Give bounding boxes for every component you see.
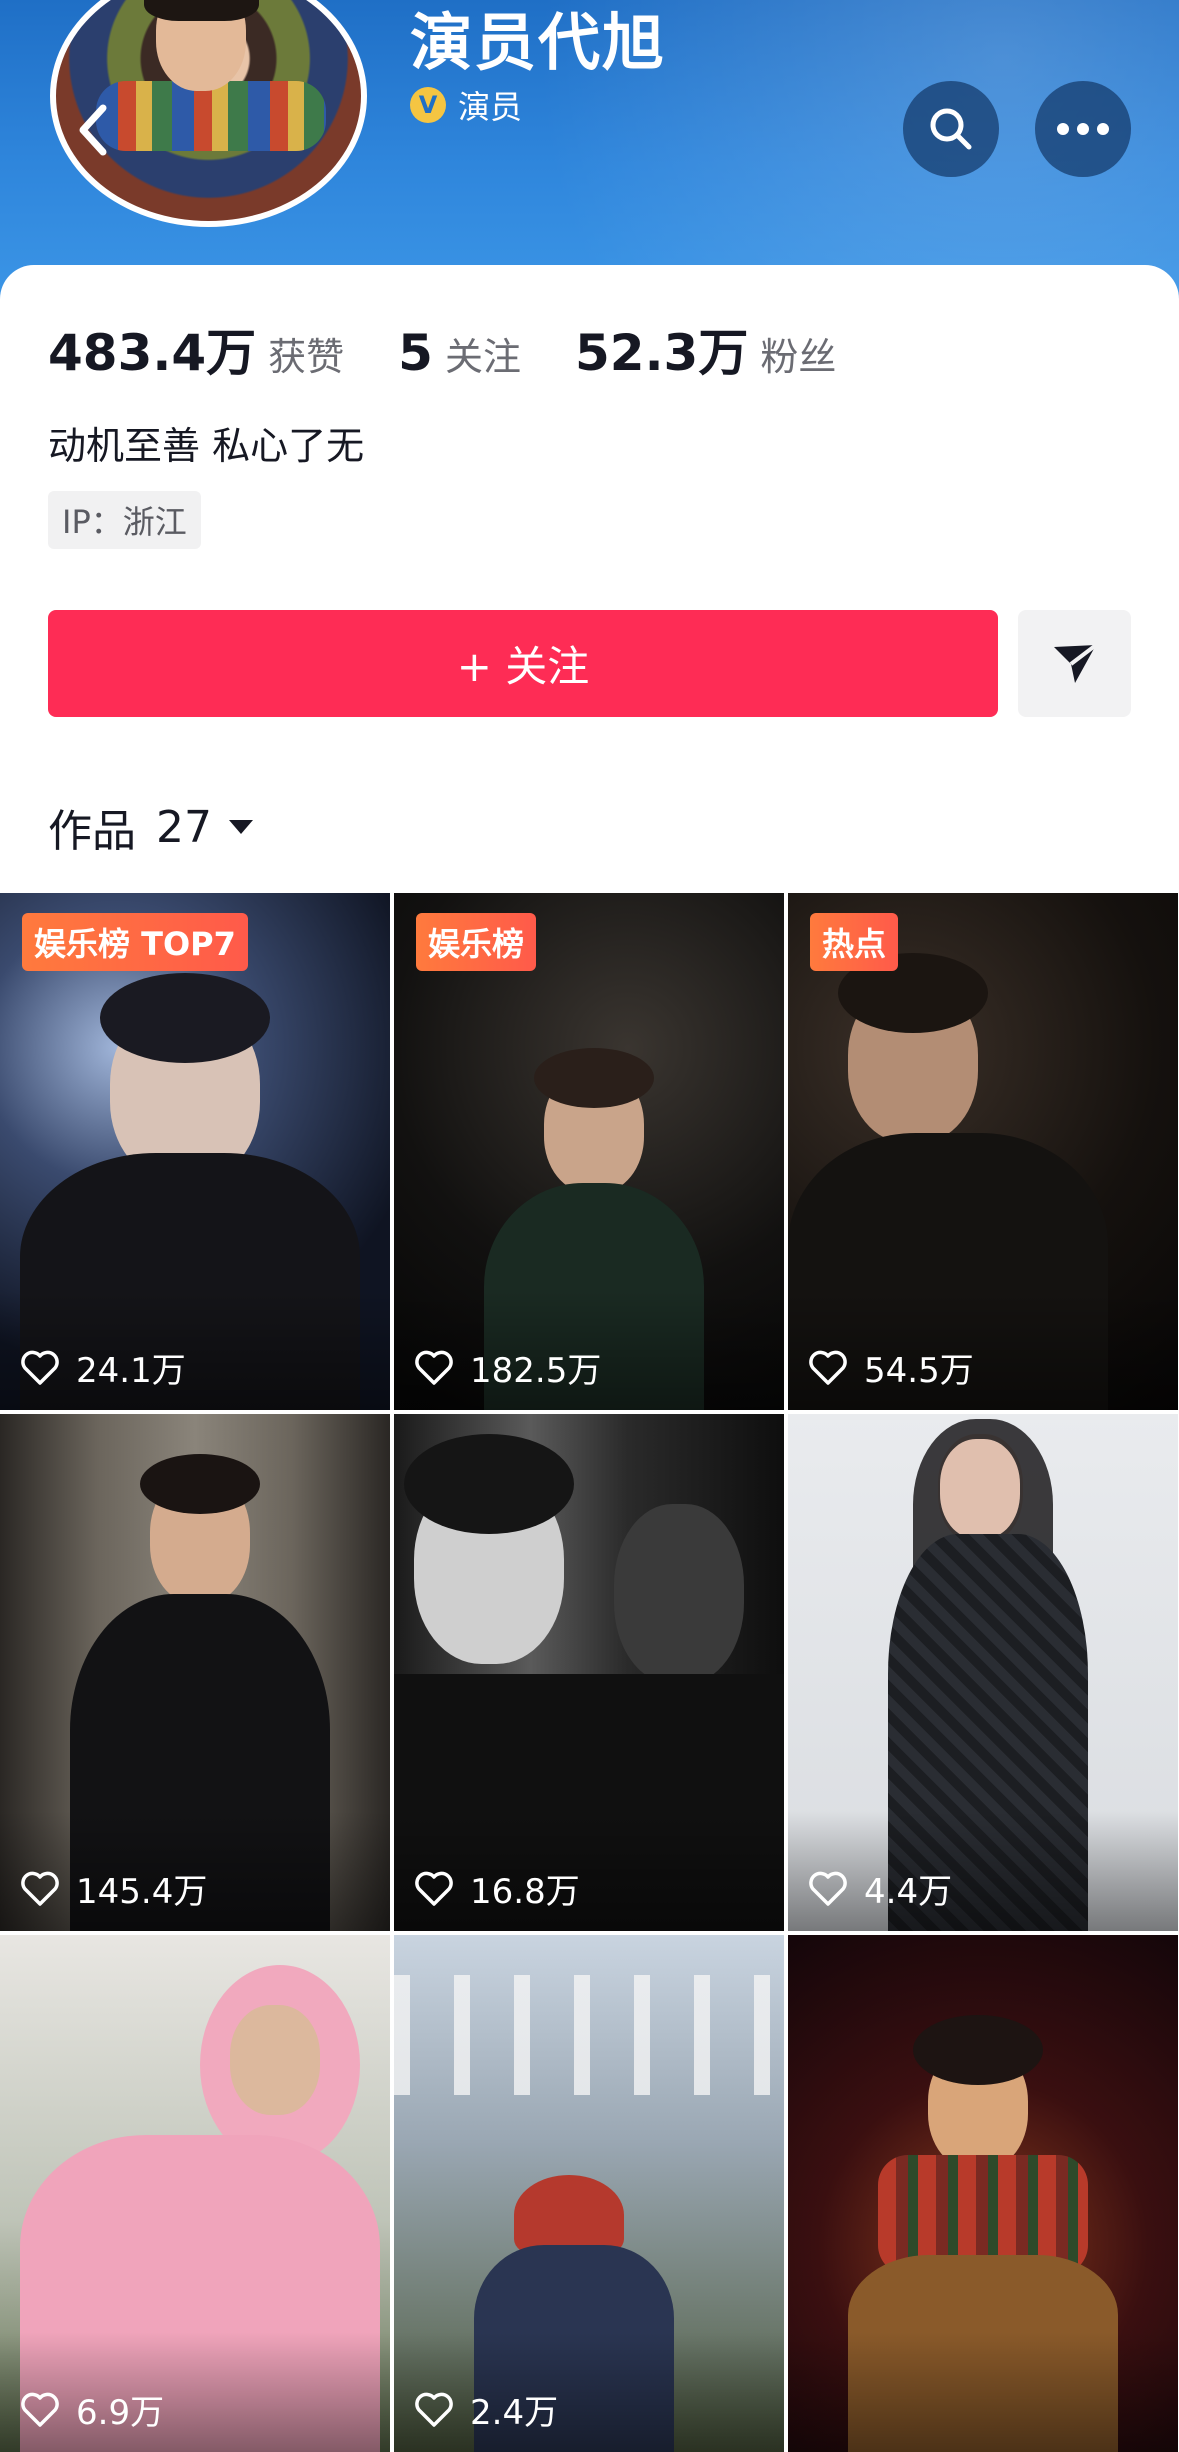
video-tile[interactable]: 娱乐榜 182.5万	[394, 893, 784, 1410]
video-tile[interactable]: 145.4万	[0, 1414, 390, 1931]
video-thumbnail-fence	[394, 1975, 784, 2095]
avatar-hair	[144, 0, 259, 21]
video-thumbnail	[230, 2005, 320, 2115]
ranking-badge: 娱乐榜 TOP7	[22, 913, 248, 971]
video-thumbnail-hair	[140, 1454, 260, 1514]
video-tile[interactable]: 2.4万	[394, 1935, 784, 2452]
heart-icon	[20, 2392, 60, 2428]
caret-down-icon	[229, 820, 253, 834]
profile-bio: 动机至善 私心了无	[48, 424, 365, 468]
like-count: 16.8万	[414, 1864, 580, 1913]
heart-icon	[20, 1350, 60, 1386]
share-button[interactable]	[1018, 610, 1131, 717]
profile-info-card: 483.4万 获赞 5 关注 52.3万 粉丝 动机至善 私心了无 IP：浙江 …	[0, 265, 1179, 895]
video-tile[interactable]: 4.4万	[788, 1414, 1178, 1931]
like-count-text: 24.1万	[76, 1351, 186, 1391]
works-tab[interactable]: 作品 27	[48, 795, 254, 859]
video-tile[interactable]: 热点 54.5万	[788, 893, 1178, 1410]
heart-icon	[20, 1871, 60, 1907]
search-button[interactable]	[903, 81, 999, 177]
back-button[interactable]	[48, 95, 138, 165]
like-count: 6.9万	[20, 2385, 164, 2434]
video-tile[interactable]: 16.8万	[394, 1414, 784, 1931]
tile-shade	[788, 2332, 1178, 2452]
likes-count: 483.4万	[48, 324, 257, 382]
likes-label: 获赞	[268, 335, 345, 379]
like-count: 54.5万	[808, 1343, 974, 1392]
like-count-text: 54.5万	[864, 1351, 974, 1391]
heart-icon	[414, 1871, 454, 1907]
heart-icon	[808, 1871, 848, 1907]
followers-label[interactable]: 粉丝	[760, 326, 836, 381]
like-count: 2.4万	[414, 2385, 558, 2434]
verified-row: V 演员	[410, 82, 522, 128]
video-thumbnail-hair	[913, 2015, 1043, 2085]
video-thumbnail-face-front	[940, 1439, 1020, 1539]
like-count: 4.4万	[808, 1864, 952, 1913]
send-icon	[1053, 642, 1097, 683]
ip-location-tag: IP：浙江	[48, 491, 201, 549]
profile-name: 演员代旭	[410, 6, 667, 79]
heart-icon	[808, 1350, 848, 1386]
following-count[interactable]: 5	[398, 324, 433, 382]
video-thumbnail-cap	[514, 2175, 624, 2255]
works-label: 作品	[48, 806, 136, 857]
video-tile[interactable]: 6.9万	[0, 1935, 390, 2452]
stats-row: 483.4万 获赞 5 关注 52.3万 粉丝	[48, 313, 890, 385]
ranking-badge: 娱乐榜	[416, 913, 537, 971]
like-count-text: 6.9万	[76, 2393, 165, 2433]
follow-button[interactable]: + 关注	[48, 610, 998, 717]
more-horizontal-icon	[1057, 123, 1109, 135]
like-count: 182.5万	[414, 1343, 601, 1392]
like-count-text: 16.8万	[470, 1872, 580, 1912]
video-thumbnail-hair	[100, 973, 270, 1063]
works-count: 27	[156, 801, 212, 853]
heart-icon	[414, 2392, 454, 2428]
verified-badge-icon: V	[410, 87, 446, 123]
verified-label: 演员	[458, 88, 523, 126]
video-tile[interactable]: 娱乐榜 TOP7 24.1万	[0, 893, 390, 1410]
video-tile[interactable]	[788, 1935, 1178, 2452]
video-thumbnail-hair	[404, 1434, 574, 1534]
video-grid: 娱乐榜 TOP7 24.1万 娱乐榜 182.5万 热点 54.5万 145.4…	[0, 893, 1179, 2452]
like-count-text: 4.4万	[864, 1872, 953, 1912]
following-label[interactable]: 关注	[445, 326, 521, 381]
search-icon	[930, 108, 972, 150]
video-thumbnail-hair	[534, 1048, 654, 1108]
like-count-text: 2.4万	[470, 2393, 559, 2433]
heart-icon	[414, 1350, 454, 1386]
like-count: 24.1万	[20, 1343, 186, 1392]
like-count-text: 145.4万	[76, 1872, 208, 1912]
more-button[interactable]	[1035, 81, 1131, 177]
chevron-left-icon	[79, 104, 107, 156]
followers-count[interactable]: 52.3万	[575, 313, 748, 385]
like-count: 145.4万	[20, 1864, 207, 1913]
video-thumbnail-second-face	[614, 1504, 744, 1684]
like-count-text: 182.5万	[470, 1351, 602, 1391]
hot-badge: 热点	[810, 913, 899, 971]
